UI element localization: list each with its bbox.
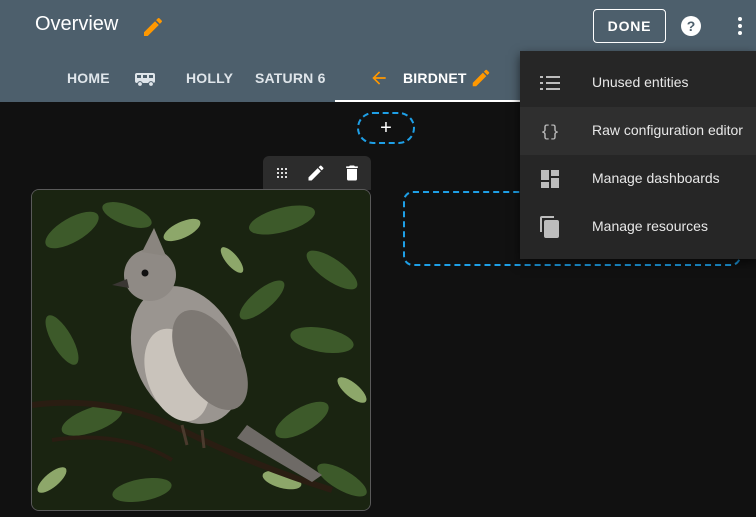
rv-icon[interactable] [134,70,158,88]
menu-item-label: Unused entities [592,74,689,90]
card-edit-toolbar [263,156,371,190]
tab-pencil-icon[interactable] [470,67,492,89]
drag-handle-icon[interactable] [272,163,292,183]
menu-item-label: Raw configuration editor [592,122,743,138]
menu-item-manage-dashboards[interactable]: Manage dashboards [520,155,756,203]
edit-card-icon[interactable] [306,163,326,183]
tab-birdnet[interactable]: BIRDNET [403,70,467,86]
help-icon[interactable]: ? [679,14,703,38]
add-card-button[interactable]: + [357,112,415,144]
done-button[interactable]: DONE [593,9,666,43]
tab-saturn-6[interactable]: SATURN 6 [255,70,326,86]
tab-home[interactable]: HOME [67,70,110,86]
tab-holly[interactable]: HOLLY [186,70,233,86]
code-braces-icon: {} [540,123,559,141]
page-title: Overview [35,13,119,35]
menu-item-raw-config-editor[interactable]: {} Raw configuration editor [520,107,756,155]
list-icon [540,76,560,90]
overflow-menu: Unused entities {} Raw configuration edi… [520,51,756,259]
menu-item-manage-resources[interactable]: Manage resources [520,203,756,251]
file-document-icon [540,216,559,238]
bird-picture-card[interactable] [31,189,371,511]
menu-item-unused-entities[interactable]: Unused entities [520,59,756,107]
pencil-icon[interactable] [141,15,165,39]
arrow-left-icon[interactable] [369,68,389,88]
menu-item-label: Manage resources [592,218,708,234]
delete-icon[interactable] [342,163,362,183]
active-tab-indicator [335,100,525,102]
menu-item-label: Manage dashboards [592,170,720,186]
svg-text:{}: {} [540,123,559,141]
svg-text:?: ? [687,18,696,34]
dashboard-icon [541,170,559,188]
bird-photo [32,190,370,510]
more-vert-icon[interactable] [728,14,752,38]
